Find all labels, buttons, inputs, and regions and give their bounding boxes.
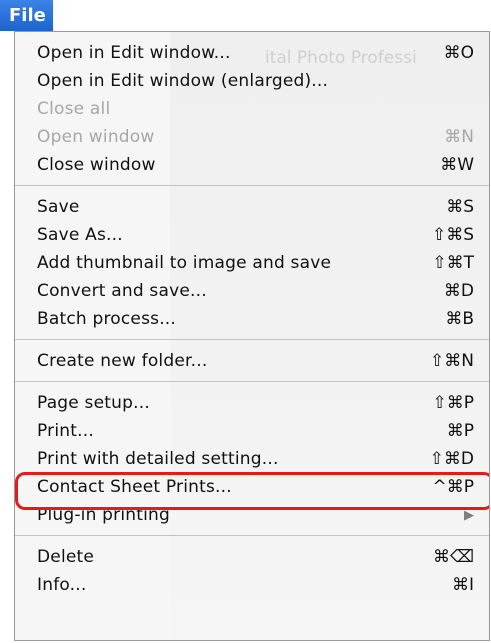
menu-item-label: Page setup... [37,393,150,413]
menu-item-print-detailed-setting[interactable]: Print with detailed setting... ⇧⌘D [15,445,489,473]
menu-item-shortcut: ⌘I [451,575,474,595]
menu-item-shortcut: ⇧⌘D [429,449,474,469]
menu-item-batch-process[interactable]: Batch process... ⌘B [15,305,489,333]
menu-item-close-all: Close all [15,95,489,123]
menu-item-shortcut: ⌘P [446,421,474,441]
menu-item-convert-and-save[interactable]: Convert and save... ⌘D [15,277,489,305]
menu-item-create-new-folder[interactable]: Create new folder... ⇧⌘N [15,347,489,375]
menu-item-shortcut: ⌘D [443,281,474,301]
menu-item-label: Save As... [37,225,123,245]
menu-item-label: Print... [37,421,94,441]
menu-item-delete[interactable]: Delete ⌘⌫ [15,543,489,571]
menu-item-label: Open in Edit window (enlarged)... [37,71,329,91]
menu-item-add-thumbnail-and-save[interactable]: Add thumbnail to image and save ⇧⌘T [15,249,489,277]
menu-item-shortcut: ⇧⌘S [431,225,474,245]
menu-list: Open in Edit window... ⌘O Open in Edit w… [15,32,489,599]
menu-separator [15,179,489,193]
menu-separator [15,333,489,347]
menu-item-open-in-edit-window-enlarged[interactable]: Open in Edit window (enlarged)... [15,67,489,95]
menu-item-label: Open window [37,127,155,147]
menu-item-label: Convert and save... [37,281,207,301]
file-menu-dropdown: ital Photo Professi Open in Edit window.… [14,31,490,641]
menu-item-label: Delete [37,547,95,567]
menu-item-label: Create new folder... [37,351,208,371]
menu-item-label: Close all [37,99,111,119]
menu-item-print[interactable]: Print... ⌘P [15,417,489,445]
file-menu-title[interactable]: File [0,0,53,31]
menu-item-open-in-edit-window[interactable]: Open in Edit window... ⌘O [15,39,489,67]
menu-item-shortcut: ⌘N [444,127,474,147]
menu-separator [15,375,489,389]
menu-item-shortcut: ⇧⌘P [432,393,475,413]
menu-item-label: Save [37,197,80,217]
menu-item-label: Print with detailed setting... [37,449,279,469]
menu-item-label: Close window [37,155,156,175]
menu-item-shortcut: ⌘B [445,309,474,329]
menu-item-info[interactable]: Info... ⌘I [15,571,489,599]
menu-item-save-as[interactable]: Save As... ⇧⌘S [15,221,489,249]
menu-item-shortcut: ⌘W [440,155,474,175]
menu-item-save[interactable]: Save ⌘S [15,193,489,221]
menu-item-shortcut: ⌘⌫ [432,547,474,567]
menu-separator [15,529,489,543]
menu-item-label: Batch process... [37,309,177,329]
menu-item-label: Add thumbnail to image and save [37,253,332,273]
menu-item-label: Open in Edit window... [37,43,231,63]
menu-item-page-setup[interactable]: Page setup... ⇧⌘P [15,389,489,417]
menu-item-shortcut: ⇧⌘T [432,253,474,273]
print-highlight-annotation [15,472,489,510]
menu-item-shortcut: ⇧⌘N [430,351,474,371]
menu-item-shortcut: ⌘O [443,43,474,63]
menu-item-open-window: Open window ⌘N [15,123,489,151]
menu-item-label: Info... [37,575,87,595]
menu-item-shortcut: ⌘S [446,197,474,217]
menu-item-close-window[interactable]: Close window ⌘W [15,151,489,179]
